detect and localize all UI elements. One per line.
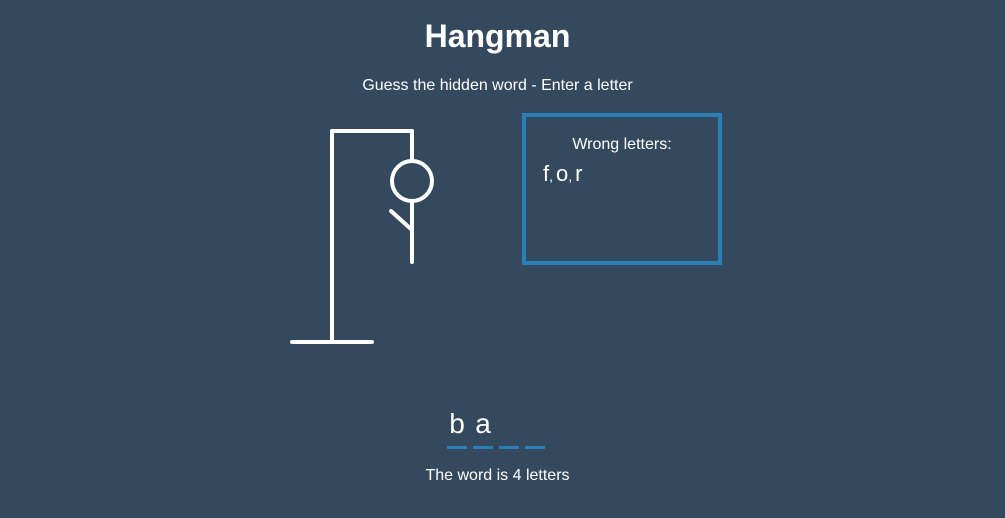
word-letter-slot: a — [473, 404, 493, 449]
hidden-word: b a — [447, 404, 545, 449]
wrong-letter-separator: , — [549, 168, 554, 184]
wrong-letter-separator: , — [568, 168, 573, 184]
word-letter-slot — [525, 404, 545, 449]
wrong-letters-list: f, o, r — [543, 159, 582, 191]
word-length-info: The word is 4 letters — [425, 467, 570, 484]
word-letter-slot — [499, 404, 519, 449]
figure-head — [390, 159, 434, 203]
wrong-letter: o — [556, 161, 569, 186]
wrong-letter: r — [575, 161, 583, 186]
wrong-letters-label: Wrong letters: — [572, 136, 672, 153]
figure-left-arm — [389, 209, 414, 232]
word-letter-slot: b — [447, 404, 467, 449]
wrong-letters-panel: Wrong letters: f, o, r — [522, 113, 722, 265]
